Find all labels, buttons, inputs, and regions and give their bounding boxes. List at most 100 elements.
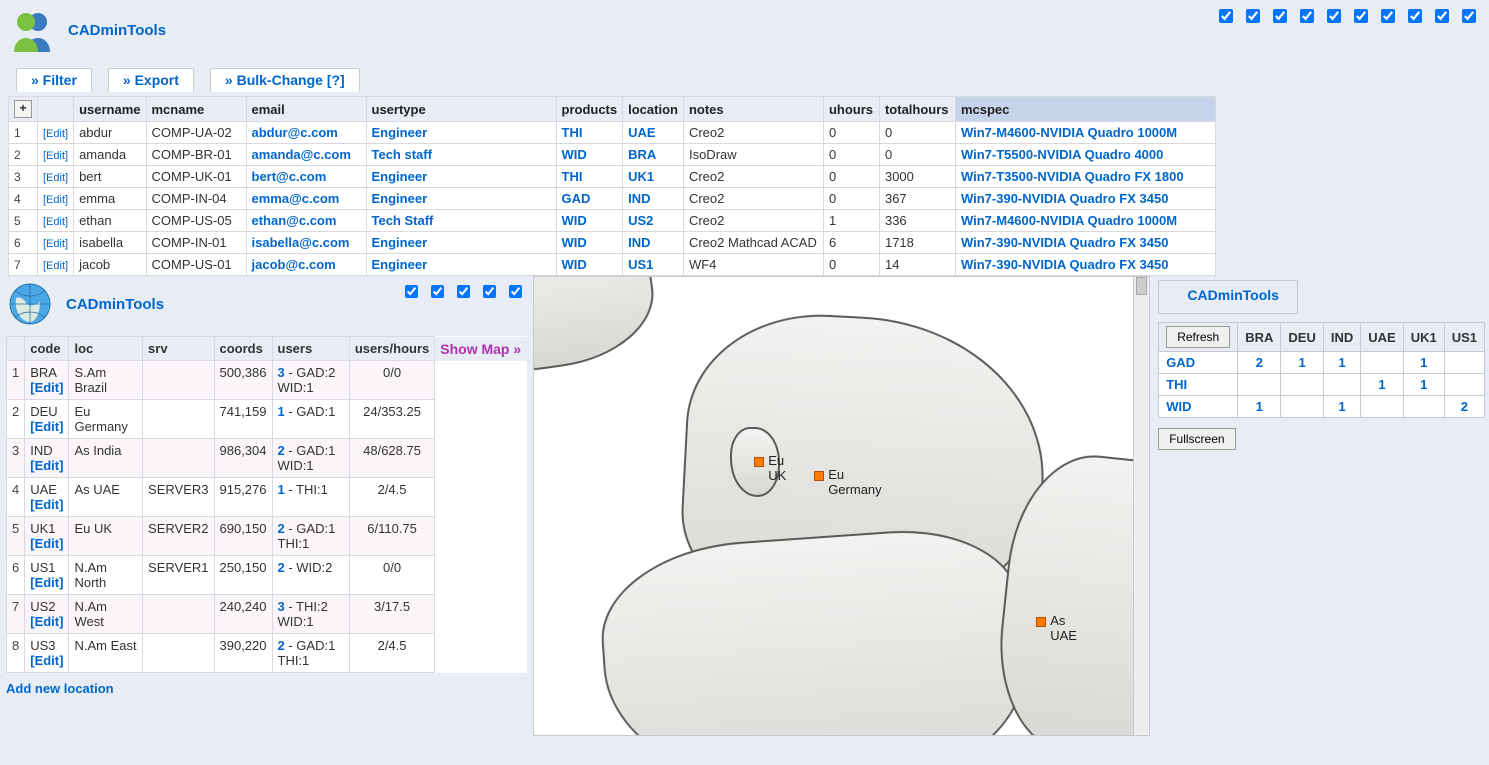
- pivot-col-BRA[interactable]: BRA: [1238, 323, 1281, 352]
- loc-col-check-0[interactable]: [405, 285, 418, 298]
- pivot-col-DEU[interactable]: DEU: [1281, 323, 1323, 352]
- export-tab[interactable]: » Export: [108, 68, 194, 92]
- col-check-1[interactable]: [1246, 9, 1260, 23]
- edit-link[interactable]: [Edit]: [43, 194, 68, 206]
- marker-icon: [1036, 617, 1046, 627]
- loc-col-check-4[interactable]: [509, 285, 522, 298]
- loc-title: CADminTools: [66, 296, 164, 313]
- loc-edit-link[interactable]: [Edit]: [30, 497, 63, 512]
- loc-col-check-1[interactable]: [431, 285, 444, 298]
- pivot-col-UAE[interactable]: UAE: [1361, 323, 1403, 352]
- loc-col-check-3[interactable]: [483, 285, 496, 298]
- col-n[interactable]: +: [9, 97, 38, 122]
- col-check-7[interactable]: [1408, 9, 1422, 23]
- user-row: 1[Edit]abdurCOMP-UA-02abdur@c.comEnginee…: [9, 122, 1216, 144]
- user-row: 7[Edit]jacobCOMP-US-01jacob@c.comEnginee…: [9, 254, 1216, 276]
- loc-col-users/hours[interactable]: users/hours: [349, 337, 434, 361]
- col-uhours[interactable]: uhours: [823, 97, 879, 122]
- col-email[interactable]: email: [246, 97, 366, 122]
- pivot-col-UK1[interactable]: UK1: [1403, 323, 1444, 352]
- pivot-row: THI11: [1159, 374, 1485, 396]
- marker-icon: [754, 457, 764, 467]
- map-marker-uk[interactable]: EuUK: [754, 455, 764, 470]
- edit-link[interactable]: [Edit]: [43, 172, 68, 184]
- col-products[interactable]: products: [556, 97, 623, 122]
- loc-edit-link[interactable]: [Edit]: [30, 419, 63, 434]
- users-panel: CADminTools » Filter » Export » Bulk-Cha…: [0, 0, 1489, 276]
- filter-tab[interactable]: » Filter: [16, 68, 92, 92]
- loc-edit-link[interactable]: [Edit]: [30, 536, 63, 551]
- users-icon: [8, 6, 56, 54]
- loc-edit-link[interactable]: [Edit]: [30, 653, 63, 668]
- col-check-5[interactable]: [1354, 9, 1368, 23]
- user-row: 4[Edit]emmaCOMP-IN-04emma@c.comEngineerG…: [9, 188, 1216, 210]
- user-row: 6[Edit]isabellaCOMP-IN-01isabella@c.comE…: [9, 232, 1216, 254]
- col-notes[interactable]: notes: [683, 97, 823, 122]
- locations-table: codelocsrvcoordsusersusers/hours Show Map…: [6, 336, 527, 673]
- email-link[interactable]: ethan@c.com: [252, 213, 337, 228]
- locations-panel: CADminTools codelocsrvcoordsusersusers/h…: [0, 276, 533, 704]
- loc-col-coords[interactable]: coords: [214, 337, 272, 361]
- user-row: 5[Edit]ethanCOMP-US-05ethan@c.comTech St…: [9, 210, 1216, 232]
- edit-link[interactable]: [Edit]: [43, 216, 68, 228]
- loc-edit-link[interactable]: [Edit]: [30, 614, 63, 629]
- add-user-button[interactable]: +: [14, 100, 32, 118]
- loc-edit-link[interactable]: [Edit]: [30, 458, 63, 473]
- users-table: + usernamemcnameemailusertypeproductsloca…: [8, 96, 1216, 276]
- edit-link[interactable]: [Edit]: [43, 128, 68, 140]
- user-row: 3[Edit]bertCOMP-UK-01bert@c.comEngineerT…: [9, 166, 1216, 188]
- loc-row: 3IND[Edit]As India986,3042 - GAD:1 WID:1…: [7, 439, 527, 478]
- col-check-0[interactable]: [1219, 9, 1233, 23]
- col-usertype[interactable]: usertype: [366, 97, 556, 122]
- email-link[interactable]: abdur@c.com: [252, 125, 338, 140]
- loc-col-check-2[interactable]: [457, 285, 470, 298]
- show-map-link[interactable]: Show Map »: [440, 341, 521, 357]
- map-marker-uae[interactable]: AsUAE: [1036, 615, 1046, 630]
- map-scrollbar[interactable]: [1133, 277, 1149, 735]
- edit-link[interactable]: [Edit]: [43, 238, 68, 250]
- col-check-3[interactable]: [1300, 9, 1314, 23]
- email-link[interactable]: isabella@c.com: [252, 235, 350, 250]
- col-username[interactable]: username: [74, 97, 146, 122]
- map-marker-germany[interactable]: EuGermany: [814, 469, 824, 484]
- help-icon[interactable]: [?]: [327, 72, 345, 88]
- loc-col-loc[interactable]: loc: [69, 337, 143, 361]
- email-link[interactable]: bert@c.com: [252, 169, 327, 184]
- col-check-6[interactable]: [1381, 9, 1395, 23]
- pivot-title: CADminTools: [1158, 280, 1298, 314]
- loc-col-users[interactable]: users: [272, 337, 349, 361]
- loc-col-n[interactable]: [7, 337, 25, 361]
- pivot-panel: CADminTools RefreshBRADEUINDUAEUK1US1 GA…: [1150, 276, 1489, 450]
- col-check-9[interactable]: [1462, 9, 1476, 23]
- email-link[interactable]: jacob@c.com: [252, 257, 336, 272]
- col-totalhours[interactable]: totalhours: [879, 97, 955, 122]
- globe-icon: [6, 280, 54, 328]
- col-check-4[interactable]: [1327, 9, 1341, 23]
- refresh-button[interactable]: Refresh: [1166, 326, 1230, 348]
- col-mcspec[interactable]: mcspec: [955, 97, 1215, 122]
- col-n[interactable]: [38, 97, 74, 122]
- loc-edit-link[interactable]: [Edit]: [30, 575, 63, 590]
- loc-column-checks: [401, 282, 525, 301]
- loc-edit-link[interactable]: [Edit]: [30, 380, 63, 395]
- add-location-link[interactable]: Add new location: [6, 681, 114, 696]
- loc-row: 6US1[Edit]N.Am NorthSERVER1250,1502 - WI…: [7, 556, 527, 595]
- loc-row: 1BRA[Edit]S.Am Brazil500,3863 - GAD:2 WI…: [7, 361, 527, 400]
- pivot-col-IND[interactable]: IND: [1323, 323, 1360, 352]
- pivot-col-US1[interactable]: US1: [1444, 323, 1484, 352]
- col-check-8[interactable]: [1435, 9, 1449, 23]
- edit-link[interactable]: [Edit]: [43, 150, 68, 162]
- col-mcname[interactable]: mcname: [146, 97, 246, 122]
- loc-row: 2DEU[Edit]Eu Germany741,1591 - GAD:124/3…: [7, 400, 527, 439]
- loc-col-code[interactable]: code: [25, 337, 69, 361]
- col-check-2[interactable]: [1273, 9, 1287, 23]
- edit-link[interactable]: [Edit]: [43, 260, 68, 272]
- loc-col-srv[interactable]: srv: [143, 337, 214, 361]
- world-map[interactable]: EuUK EuGermany AsUAE: [533, 276, 1150, 736]
- email-link[interactable]: emma@c.com: [252, 191, 340, 206]
- col-location[interactable]: location: [623, 97, 684, 122]
- bulkchange-tab[interactable]: » Bulk-Change [?]: [210, 68, 360, 92]
- email-link[interactable]: amanda@c.com: [252, 147, 351, 162]
- loc-row: 8US3[Edit]N.Am East390,2202 - GAD:1 THI:…: [7, 634, 527, 673]
- fullscreen-button[interactable]: Fullscreen: [1158, 428, 1235, 450]
